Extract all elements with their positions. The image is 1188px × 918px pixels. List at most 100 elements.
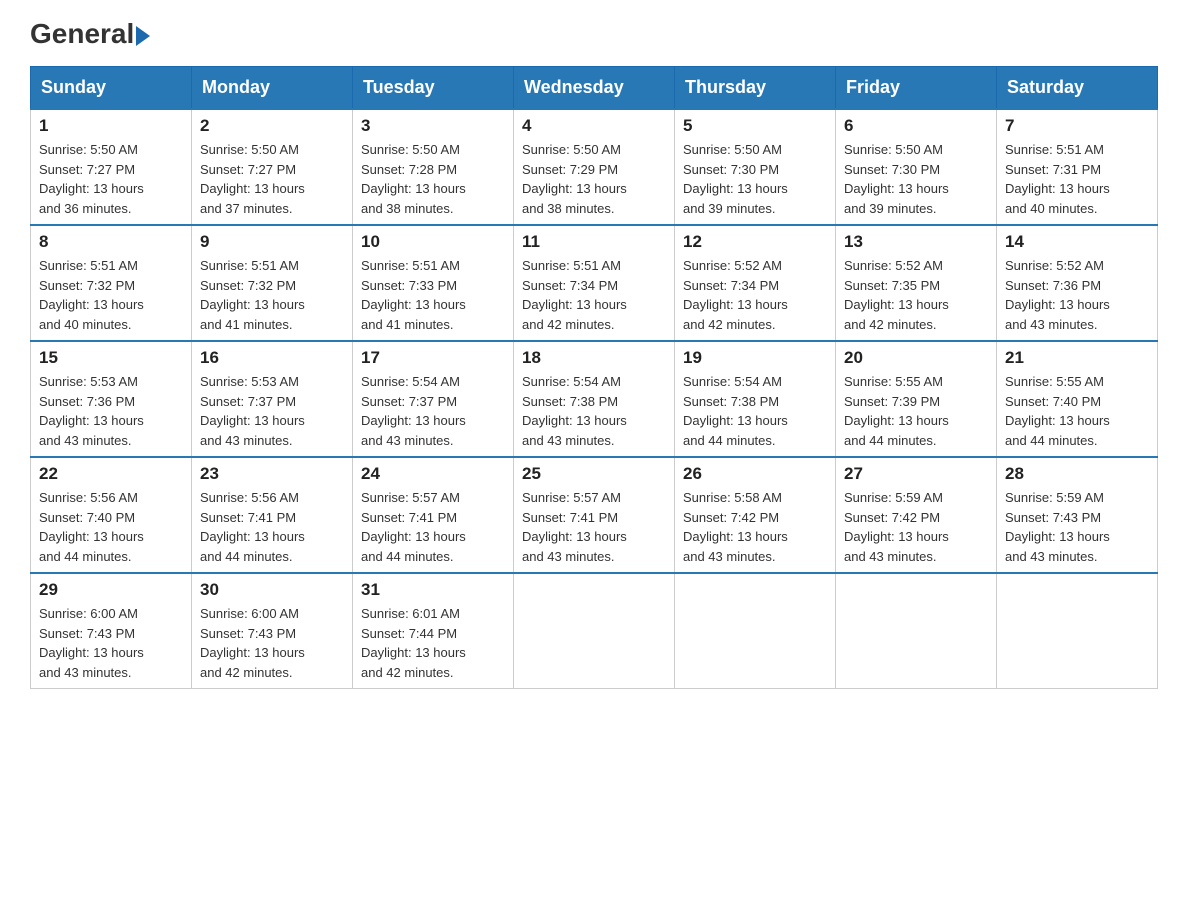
day-info: Sunrise: 5:51 AMSunset: 7:31 PMDaylight:… (1005, 140, 1149, 218)
day-info: Sunrise: 5:50 AMSunset: 7:27 PMDaylight:… (39, 140, 183, 218)
day-number: 13 (844, 232, 988, 252)
calendar-cell: 14 Sunrise: 5:52 AMSunset: 7:36 PMDayligh… (997, 225, 1158, 341)
calendar-cell: 29 Sunrise: 6:00 AMSunset: 7:43 PMDayligh… (31, 573, 192, 689)
day-info: Sunrise: 5:51 AMSunset: 7:33 PMDaylight:… (361, 256, 505, 334)
day-info: Sunrise: 5:54 AMSunset: 7:37 PMDaylight:… (361, 372, 505, 450)
day-info: Sunrise: 5:50 AMSunset: 7:27 PMDaylight:… (200, 140, 344, 218)
day-number: 24 (361, 464, 505, 484)
day-info: Sunrise: 5:58 AMSunset: 7:42 PMDaylight:… (683, 488, 827, 566)
day-info: Sunrise: 5:52 AMSunset: 7:36 PMDaylight:… (1005, 256, 1149, 334)
column-header-saturday: Saturday (997, 67, 1158, 110)
day-number: 26 (683, 464, 827, 484)
day-number: 8 (39, 232, 183, 252)
week-row-5: 29 Sunrise: 6:00 AMSunset: 7:43 PMDayligh… (31, 573, 1158, 689)
calendar-cell: 19 Sunrise: 5:54 AMSunset: 7:38 PMDayligh… (675, 341, 836, 457)
calendar-cell: 11 Sunrise: 5:51 AMSunset: 7:34 PMDayligh… (514, 225, 675, 341)
week-row-3: 15 Sunrise: 5:53 AMSunset: 7:36 PMDayligh… (31, 341, 1158, 457)
column-header-tuesday: Tuesday (353, 67, 514, 110)
day-number: 10 (361, 232, 505, 252)
day-number: 25 (522, 464, 666, 484)
calendar-cell: 30 Sunrise: 6:00 AMSunset: 7:43 PMDayligh… (192, 573, 353, 689)
calendar-cell: 21Sunrise: 5:55 AMSunset: 7:40 PMDayligh… (997, 341, 1158, 457)
day-number: 27 (844, 464, 988, 484)
calendar-cell: 13Sunrise: 5:52 AMSunset: 7:35 PMDayligh… (836, 225, 997, 341)
day-number: 22 (39, 464, 183, 484)
day-info: Sunrise: 5:51 AMSunset: 7:32 PMDaylight:… (39, 256, 183, 334)
day-info: Sunrise: 5:57 AMSunset: 7:41 PMDaylight:… (361, 488, 505, 566)
day-number: 19 (683, 348, 827, 368)
calendar-cell (514, 573, 675, 689)
day-info: Sunrise: 5:54 AMSunset: 7:38 PMDaylight:… (683, 372, 827, 450)
day-info: Sunrise: 5:50 AMSunset: 7:30 PMDaylight:… (844, 140, 988, 218)
day-number: 17 (361, 348, 505, 368)
day-info: Sunrise: 5:51 AMSunset: 7:32 PMDaylight:… (200, 256, 344, 334)
calendar-cell: 25 Sunrise: 5:57 AMSunset: 7:41 PMDayligh… (514, 457, 675, 573)
day-info: Sunrise: 5:59 AMSunset: 7:42 PMDaylight:… (844, 488, 988, 566)
day-number: 12 (683, 232, 827, 252)
column-header-sunday: Sunday (31, 67, 192, 110)
day-number: 1 (39, 116, 183, 136)
day-info: Sunrise: 5:53 AMSunset: 7:36 PMDaylight:… (39, 372, 183, 450)
day-info: Sunrise: 6:00 AMSunset: 7:43 PMDaylight:… (200, 604, 344, 682)
week-row-4: 22Sunrise: 5:56 AMSunset: 7:40 PMDayligh… (31, 457, 1158, 573)
calendar-cell: 15 Sunrise: 5:53 AMSunset: 7:36 PMDayligh… (31, 341, 192, 457)
day-info: Sunrise: 5:51 AMSunset: 7:34 PMDaylight:… (522, 256, 666, 334)
calendar-cell: 26 Sunrise: 5:58 AMSunset: 7:42 PMDayligh… (675, 457, 836, 573)
day-number: 6 (844, 116, 988, 136)
calendar-cell: 18 Sunrise: 5:54 AMSunset: 7:38 PMDayligh… (514, 341, 675, 457)
day-number: 2 (200, 116, 344, 136)
day-number: 14 (1005, 232, 1149, 252)
calendar-cell: 7 Sunrise: 5:51 AMSunset: 7:31 PMDaylight… (997, 109, 1158, 225)
week-row-1: 1 Sunrise: 5:50 AMSunset: 7:27 PMDaylight… (31, 109, 1158, 225)
day-number: 5 (683, 116, 827, 136)
day-number: 7 (1005, 116, 1149, 136)
day-info: Sunrise: 6:01 AMSunset: 7:44 PMDaylight:… (361, 604, 505, 682)
column-header-monday: Monday (192, 67, 353, 110)
calendar-cell: 2 Sunrise: 5:50 AMSunset: 7:27 PMDaylight… (192, 109, 353, 225)
day-info: Sunrise: 6:00 AMSunset: 7:43 PMDaylight:… (39, 604, 183, 682)
calendar-cell: 31 Sunrise: 6:01 AMSunset: 7:44 PMDayligh… (353, 573, 514, 689)
calendar-cell: 23Sunrise: 5:56 AMSunset: 7:41 PMDayligh… (192, 457, 353, 573)
day-info: Sunrise: 5:55 AMSunset: 7:39 PMDaylight:… (844, 372, 988, 450)
column-header-friday: Friday (836, 67, 997, 110)
day-info: Sunrise: 5:54 AMSunset: 7:38 PMDaylight:… (522, 372, 666, 450)
day-number: 9 (200, 232, 344, 252)
day-info: Sunrise: 5:59 AMSunset: 7:43 PMDaylight:… (1005, 488, 1149, 566)
logo-arrow-icon (136, 26, 150, 46)
calendar-cell: 24 Sunrise: 5:57 AMSunset: 7:41 PMDayligh… (353, 457, 514, 573)
calendar-cell: 3 Sunrise: 5:50 AMSunset: 7:28 PMDaylight… (353, 109, 514, 225)
week-row-2: 8 Sunrise: 5:51 AMSunset: 7:32 PMDaylight… (31, 225, 1158, 341)
day-number: 18 (522, 348, 666, 368)
day-info: Sunrise: 5:50 AMSunset: 7:30 PMDaylight:… (683, 140, 827, 218)
calendar-cell: 6 Sunrise: 5:50 AMSunset: 7:30 PMDaylight… (836, 109, 997, 225)
day-number: 28 (1005, 464, 1149, 484)
calendar-cell: 22Sunrise: 5:56 AMSunset: 7:40 PMDayligh… (31, 457, 192, 573)
calendar-cell: 28 Sunrise: 5:59 AMSunset: 7:43 PMDayligh… (997, 457, 1158, 573)
calendar-cell (836, 573, 997, 689)
day-info: Sunrise: 5:52 AMSunset: 7:34 PMDaylight:… (683, 256, 827, 334)
day-number: 20 (844, 348, 988, 368)
calendar-cell: 10 Sunrise: 5:51 AMSunset: 7:33 PMDayligh… (353, 225, 514, 341)
day-info: Sunrise: 5:57 AMSunset: 7:41 PMDaylight:… (522, 488, 666, 566)
day-number: 3 (361, 116, 505, 136)
calendar-cell: 4 Sunrise: 5:50 AMSunset: 7:29 PMDaylight… (514, 109, 675, 225)
day-info: Sunrise: 5:50 AMSunset: 7:28 PMDaylight:… (361, 140, 505, 218)
logo: General (30, 20, 150, 46)
calendar-cell: 27 Sunrise: 5:59 AMSunset: 7:42 PMDayligh… (836, 457, 997, 573)
calendar-cell: 8 Sunrise: 5:51 AMSunset: 7:32 PMDaylight… (31, 225, 192, 341)
calendar-table: SundayMondayTuesdayWednesdayThursdayFrid… (30, 66, 1158, 689)
day-number: 11 (522, 232, 666, 252)
calendar-cell (997, 573, 1158, 689)
day-number: 30 (200, 580, 344, 600)
day-number: 31 (361, 580, 505, 600)
day-number: 4 (522, 116, 666, 136)
day-info: Sunrise: 5:50 AMSunset: 7:29 PMDaylight:… (522, 140, 666, 218)
day-number: 15 (39, 348, 183, 368)
calendar-cell: 16Sunrise: 5:53 AMSunset: 7:37 PMDayligh… (192, 341, 353, 457)
day-number: 29 (39, 580, 183, 600)
logo-text: General (30, 20, 150, 48)
calendar-cell: 12 Sunrise: 5:52 AMSunset: 7:34 PMDayligh… (675, 225, 836, 341)
page-header: General (30, 20, 1158, 46)
calendar-cell: 5 Sunrise: 5:50 AMSunset: 7:30 PMDaylight… (675, 109, 836, 225)
calendar-cell: 1 Sunrise: 5:50 AMSunset: 7:27 PMDaylight… (31, 109, 192, 225)
